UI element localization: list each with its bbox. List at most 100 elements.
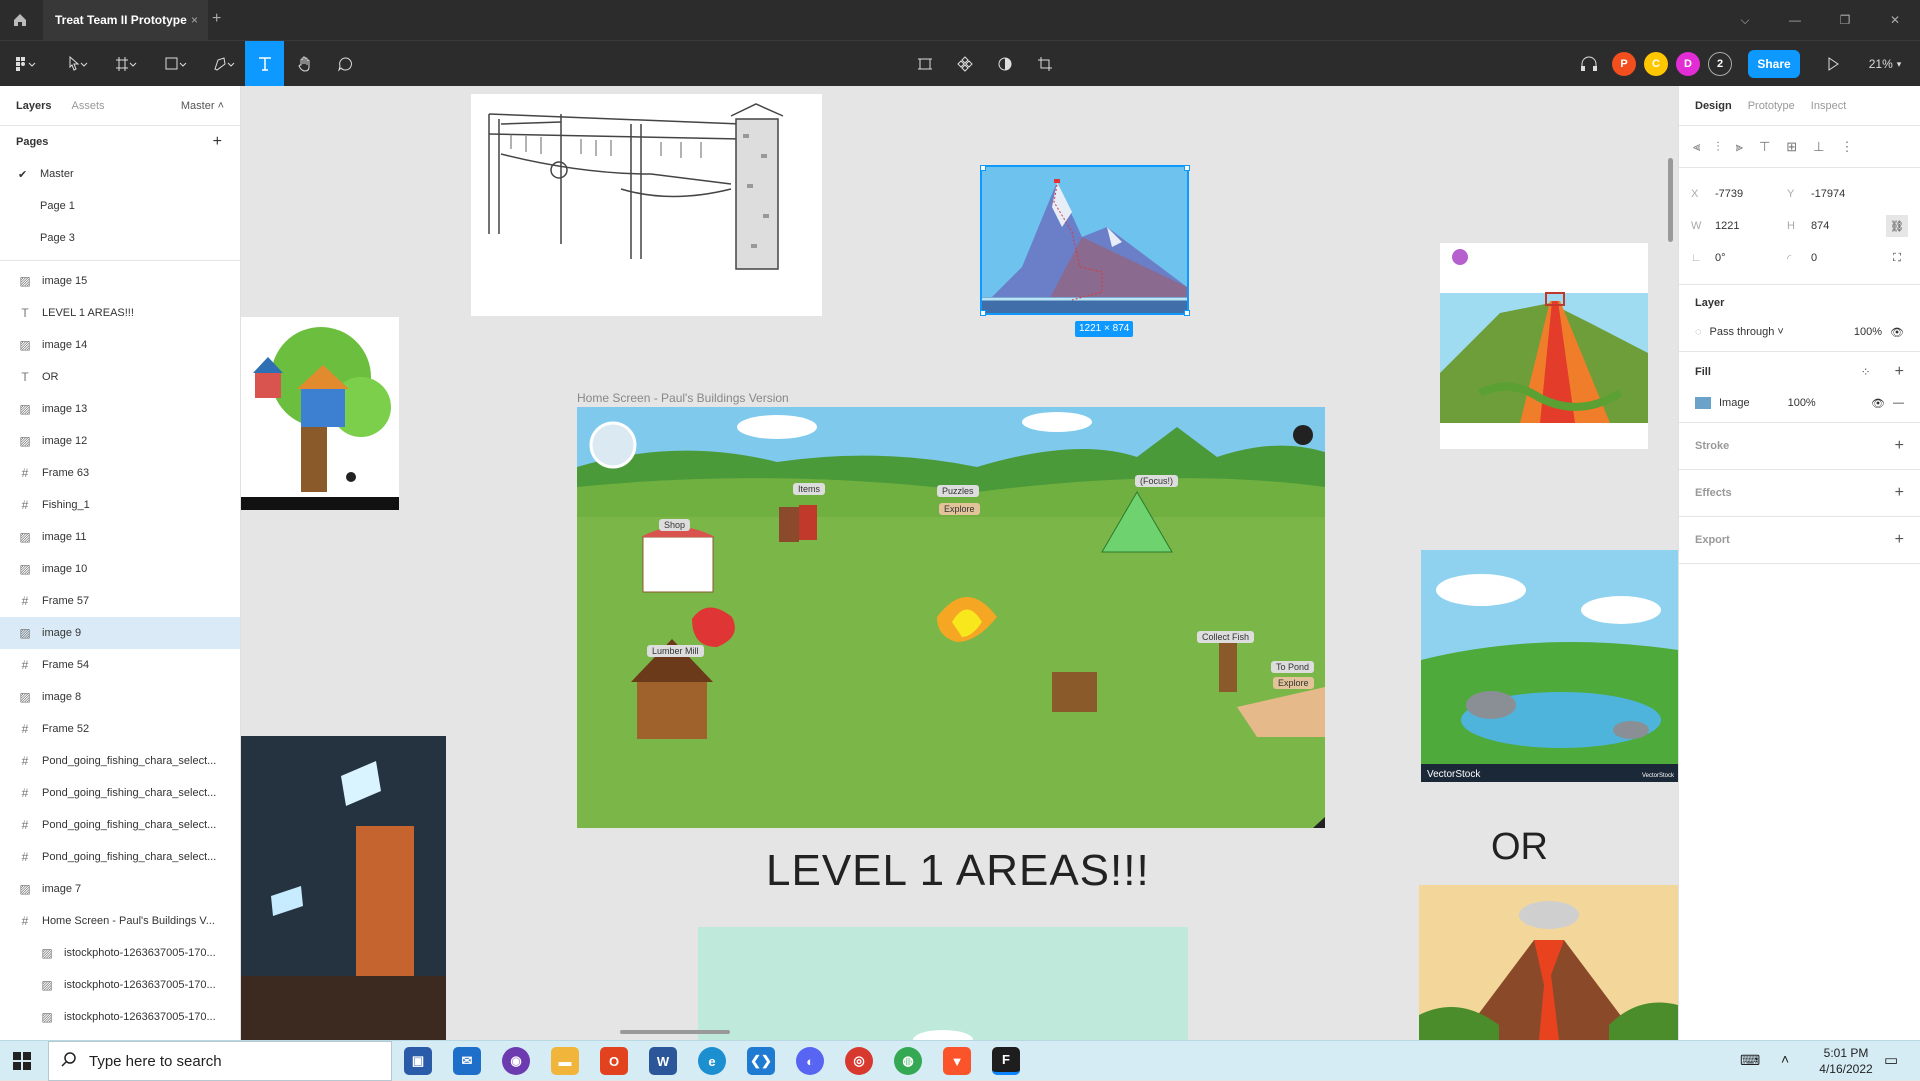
components-icon[interactable] <box>950 41 980 87</box>
fill-eye-icon[interactable]: 👁 <box>1871 397 1885 410</box>
focus-label[interactable]: (Focus!) <box>1135 475 1179 487</box>
mint-frame[interactable] <box>698 927 1188 1040</box>
menu-chevron-icon[interactable]: ⌵ <box>1720 13 1770 28</box>
w-field[interactable]: W 1221 <box>1691 220 1787 232</box>
zoom-dropdown[interactable]: 21% ▾ <box>1862 41 1908 87</box>
volcano-slide-image[interactable] <box>1440 243 1648 449</box>
layer-row[interactable]: ▨ image 7 <box>0 873 240 905</box>
layer-row[interactable]: ▨ istockphoto-1263637005-170... <box>0 969 240 1001</box>
layer-row[interactable]: ▨ image 10 <box>0 553 240 585</box>
collect-fish-label[interactable]: Collect Fish <box>1197 631 1255 643</box>
mask-icon[interactable] <box>990 41 1020 87</box>
align-right-icon[interactable]: ⫸ <box>1736 139 1743 155</box>
windows-start-icon[interactable] <box>12 1051 32 1076</box>
distribute-icon[interactable]: ⋮ <box>1841 139 1854 155</box>
add-fill-icon[interactable]: + <box>1895 363 1904 381</box>
layer-row[interactable]: # Frame 54 <box>0 649 240 681</box>
align-center-h-icon[interactable]: ⫶ <box>1716 139 1719 155</box>
layer-row[interactable]: # Frame 52 <box>0 713 240 745</box>
layer-row[interactable]: ▨ image 9 <box>0 617 240 649</box>
independent-corners-icon[interactable]: ⛶ <box>1886 252 1908 265</box>
align-left-icon[interactable]: ⫷ <box>1693 139 1700 155</box>
pond-image[interactable]: VectorStock VectorStock <box>1421 550 1678 782</box>
eye-icon[interactable]: 👁 <box>1890 326 1904 339</box>
align-bottom-icon[interactable]: ⊥ <box>1813 139 1824 155</box>
resize-handle[interactable] <box>1184 310 1190 316</box>
fill-opacity[interactable]: 100% <box>1788 397 1816 409</box>
layer-row[interactable]: # Pond_going_fishing_chara_select... <box>0 841 240 873</box>
page-item-page-1[interactable]: Page 1 <box>0 190 240 222</box>
edge-browser-icon[interactable]: e <box>698 1047 726 1075</box>
treehouse-image[interactable] <box>241 317 399 510</box>
radius-field[interactable]: ◜ 0 <box>1787 252 1883 265</box>
puzzles-label[interactable]: Puzzles <box>937 485 979 497</box>
to-pond-label[interactable]: To Pond <box>1271 661 1315 673</box>
night-scene-image[interactable] <box>241 736 446 1040</box>
store-app-icon[interactable]: ▣ <box>404 1047 432 1075</box>
lumber-mill-label[interactable]: Lumber Mill <box>647 645 704 657</box>
add-export-icon[interactable]: + <box>1895 531 1904 549</box>
home-screen-frame[interactable]: Shop Items Puzzles Explore (Focus!) Lumb… <box>577 407 1325 828</box>
page-item-page-3[interactable]: Page 3 <box>0 222 240 254</box>
add-effect-icon[interactable]: + <box>1895 484 1904 502</box>
chrome-browser-icon[interactable]: ◍ <box>894 1047 922 1075</box>
tab-inspect[interactable]: Inspect <box>1811 100 1846 112</box>
style-grid-icon[interactable]: ⁘ <box>1861 365 1871 379</box>
mail-app-icon[interactable]: ✉ <box>453 1047 481 1075</box>
rope-course-image[interactable] <box>471 94 822 316</box>
comment-tool-icon[interactable] <box>330 41 360 87</box>
move-tool-icon[interactable] <box>60 41 96 87</box>
crop-icon[interactable] <box>1030 41 1060 87</box>
layer-row[interactable]: ▨ istockphoto-1263637005-170... <box>0 1001 240 1033</box>
layer-row[interactable]: ▨ istockphoto-1263637005-170... <box>0 937 240 969</box>
tab-treat-team[interactable]: Treat Team II Prototype × <box>43 0 208 40</box>
align-top-icon[interactable]: ⊤ <box>1759 139 1770 155</box>
home-icon[interactable] <box>12 12 28 28</box>
text-tool-icon[interactable] <box>245 41 284 87</box>
shop-label[interactable]: Shop <box>659 519 691 531</box>
horizontal-scrollbar[interactable] <box>620 1030 730 1034</box>
tab-layers[interactable]: Layers <box>16 100 51 112</box>
layer-row[interactable]: # Frame 63 <box>0 457 240 489</box>
audio-headphones-icon[interactable] <box>1574 41 1604 87</box>
avatar-c[interactable]: C <box>1644 52 1668 76</box>
brave-browser-icon[interactable]: ▼ <box>943 1047 971 1075</box>
layer-row[interactable]: # Pond_going_fishing_chara_select... <box>0 809 240 841</box>
keyboard-icon[interactable]: ⌨ <box>1740 1052 1760 1069</box>
constrain-proportions-icon[interactable]: ⛓ <box>1886 215 1908 237</box>
layer-row[interactable]: T LEVEL 1 AREAS!!! <box>0 297 240 329</box>
frame-tool-icon[interactable] <box>108 41 144 87</box>
layer-row[interactable]: ▨ image 11 <box>0 521 240 553</box>
layer-row[interactable]: # Pond_going_fishing_chara_select... <box>0 745 240 777</box>
layer-row[interactable]: ▨ image 14 <box>0 329 240 361</box>
figma-app-icon[interactable]: F <box>992 1047 1020 1075</box>
tab-design[interactable]: Design <box>1695 100 1732 112</box>
design-canvas[interactable]: 1221 × 874 Home Screen - Paul's Building… <box>241 86 1678 1040</box>
discord-app-icon[interactable]: ◐ <box>796 1047 824 1075</box>
tab-prototype[interactable]: Prototype <box>1748 100 1795 112</box>
x-field[interactable]: X -7739 <box>1691 188 1787 200</box>
avatar-d[interactable]: D <box>1676 52 1700 76</box>
add-page-icon[interactable]: + <box>213 133 222 151</box>
rotation-field[interactable]: ∟ 0° <box>1691 252 1787 264</box>
or-text[interactable]: OR <box>1491 826 1548 869</box>
layer-opacity[interactable]: 100% <box>1854 326 1882 338</box>
close-window-icon[interactable]: ✕ <box>1870 13 1920 27</box>
restore-icon[interactable]: ❐ <box>1820 13 1870 27</box>
layer-row[interactable]: T OR <box>0 361 240 393</box>
explore-label[interactable]: Explore <box>939 503 980 515</box>
vertical-scrollbar[interactable] <box>1668 158 1673 242</box>
image-swatch-icon[interactable] <box>1695 397 1711 409</box>
align-middle-v-icon[interactable]: ⊞ <box>1786 139 1797 155</box>
notification-icon[interactable]: ▭ <box>1884 1051 1898 1069</box>
tab-assets[interactable]: Assets <box>71 100 104 112</box>
resize-handle[interactable] <box>1184 165 1190 171</box>
file-explorer-icon[interactable]: ▬ <box>551 1047 579 1075</box>
blend-mode-dropdown[interactable]: Pass through ˅ <box>1710 326 1784 338</box>
page-switcher[interactable]: Master ˄ <box>181 100 224 112</box>
minimize-icon[interactable]: — <box>1770 13 1820 27</box>
layer-row[interactable]: ▨ image 8 <box>0 681 240 713</box>
close-tab-icon[interactable]: × <box>191 13 198 27</box>
y-field[interactable]: Y -17974 <box>1787 188 1883 200</box>
new-tab-button[interactable]: + <box>212 10 221 28</box>
